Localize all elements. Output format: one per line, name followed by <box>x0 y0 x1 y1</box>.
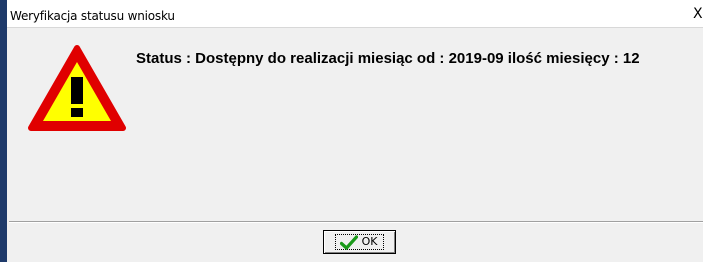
status-message: Status : Dostępny do realizacji miesiąc … <box>136 50 640 67</box>
ok-button-focus: OK <box>334 234 385 250</box>
close-button[interactable]: X <box>693 6 703 22</box>
dialog-window: Weryfikacja statusu wniosku X Status : D… <box>0 0 703 262</box>
title-bar[interactable]: Weryfikacja statusu wniosku X <box>7 0 703 28</box>
ok-button-label: OK <box>361 235 378 248</box>
footer-divider <box>9 221 703 223</box>
window-title: Weryfikacja statusu wniosku <box>10 9 175 23</box>
checkmark-icon <box>339 234 358 250</box>
warning-icon <box>28 45 126 131</box>
ok-button[interactable]: OK <box>323 230 396 254</box>
